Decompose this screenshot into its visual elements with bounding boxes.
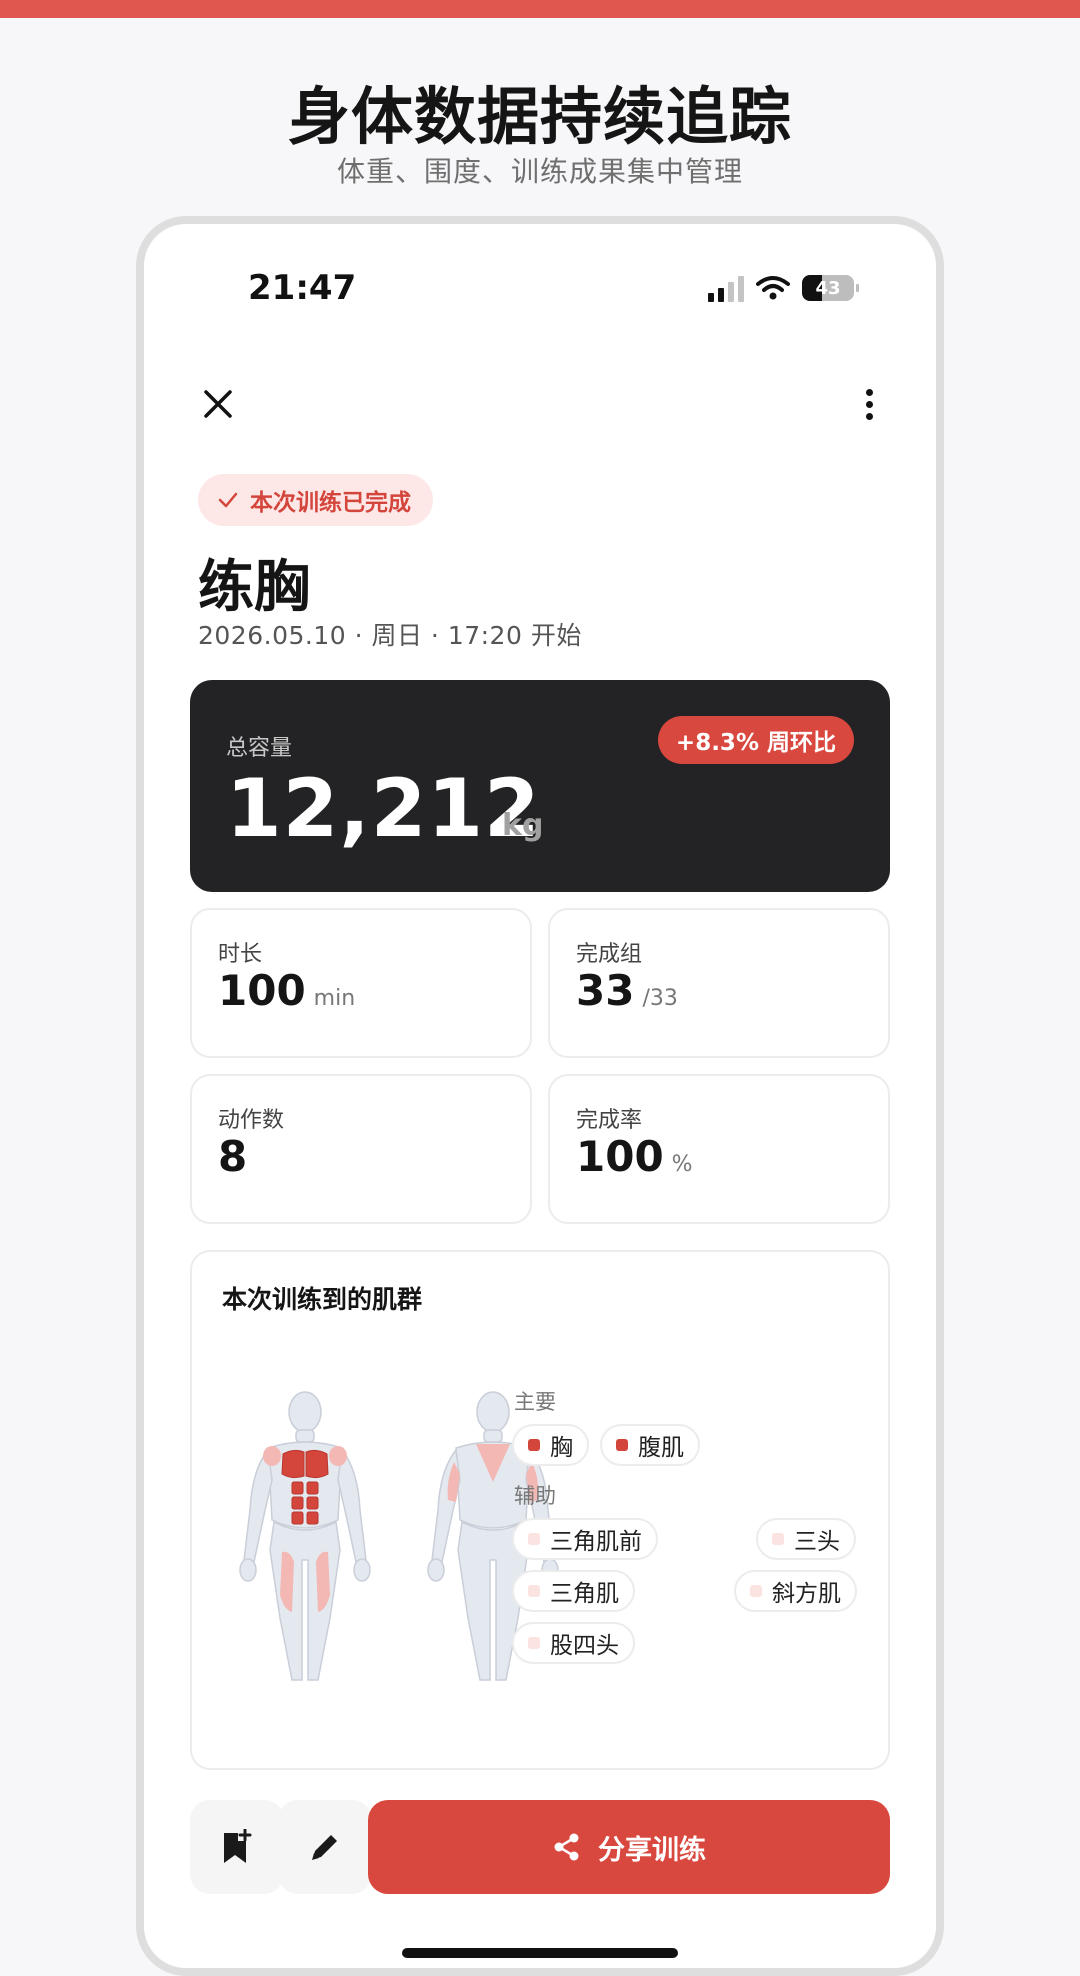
stat-label: 时长 xyxy=(218,942,263,967)
stat-label: 完成组 xyxy=(576,942,643,967)
muscle-groups-title: 本次训练到的肌群 xyxy=(222,1285,423,1314)
check-icon xyxy=(218,492,238,508)
body-front-diagram xyxy=(239,1391,371,1681)
home-indicator[interactable] xyxy=(402,1948,678,1958)
total-volume-label: 总容量 xyxy=(226,736,293,761)
wifi-icon xyxy=(756,276,790,300)
total-volume-unit: kg xyxy=(502,808,544,843)
stat-card-duration: 时长 100 min xyxy=(190,908,532,1058)
phone-frame: 21:47 43 本次训练已完成 练胸 2026.05.10 · 周日 · 17… xyxy=(136,216,944,1976)
stat-unit: % xyxy=(671,1152,693,1177)
total-volume-card: 总容量 12,212 kg +8.3% 周环比 xyxy=(190,680,890,892)
status-icons: 43 xyxy=(708,272,859,304)
stat-unit: /33 xyxy=(642,986,678,1011)
bookmark-add-button[interactable] xyxy=(190,1800,284,1894)
workout-title: 练胸 xyxy=(198,555,310,620)
stat-value: 8 xyxy=(218,1132,248,1181)
battery-level: 43 xyxy=(815,277,841,299)
promo-title: 身体数据持续追踪 xyxy=(287,80,792,153)
muscle-chip-secondary: 股四头 xyxy=(512,1622,635,1664)
close-button[interactable] xyxy=(196,382,240,426)
secondary-muscles-label: 辅助 xyxy=(514,1484,556,1508)
cellular-signal-icon xyxy=(708,274,744,302)
stat-value: 100% xyxy=(576,1132,693,1181)
share-workout-label: 分享训练 xyxy=(598,1834,706,1866)
share-icon xyxy=(554,1833,579,1861)
primary-muscles-label: 主要 xyxy=(514,1390,556,1414)
status-time: 21:47 xyxy=(248,268,357,308)
total-volume-value: 12,212 xyxy=(226,762,541,855)
stat-card-sets: 完成组 33/33 xyxy=(548,908,890,1058)
stat-card-completion: 完成率 100% xyxy=(548,1074,890,1224)
completed-status-badge: 本次训练已完成 xyxy=(198,474,433,526)
bookmark-add-icon xyxy=(224,1829,252,1863)
stat-label: 完成率 xyxy=(576,1108,643,1133)
share-workout-button[interactable]: 分享训练 xyxy=(368,1800,890,1894)
muscle-chip-secondary: 三角肌前 xyxy=(512,1518,658,1560)
more-options-button[interactable] xyxy=(854,382,884,426)
stat-value: 33/33 xyxy=(576,966,678,1015)
muscle-chip-secondary: 斜方肌 xyxy=(734,1570,857,1612)
stat-value: 100 min xyxy=(218,966,356,1015)
stat-card-exercises: 动作数 8 xyxy=(190,1074,532,1224)
promo-subtitle: 体重、围度、训练成果集中管理 xyxy=(336,155,743,188)
close-icon xyxy=(204,390,232,418)
stat-label: 动作数 xyxy=(218,1108,285,1133)
completed-status-label: 本次训练已完成 xyxy=(250,490,411,516)
week-over-week-badge: +8.3% 周环比 xyxy=(657,716,854,764)
workout-meta: 2026.05.10 · 周日 · 17:20 开始 xyxy=(198,621,582,650)
edit-button[interactable] xyxy=(278,1800,372,1894)
edit-pencil-icon xyxy=(312,1835,337,1860)
muscle-chip-primary: 腹肌 xyxy=(600,1424,700,1466)
muscle-chip-secondary: 三头 xyxy=(756,1518,856,1560)
battery-icon: 43 xyxy=(802,275,859,301)
more-vertical-icon xyxy=(865,388,873,396)
muscle-groups-card: 本次训练到的肌群 主要 胸 腹肌 辅助 三角肌前 三头 三角肌 斜方肌 股四头 xyxy=(190,1250,890,1770)
muscle-chip-primary: 胸 xyxy=(512,1424,589,1466)
stat-unit: min xyxy=(313,986,356,1011)
promo-top-accent-bar xyxy=(0,0,1080,18)
muscle-chip-secondary: 三角肌 xyxy=(512,1570,635,1612)
